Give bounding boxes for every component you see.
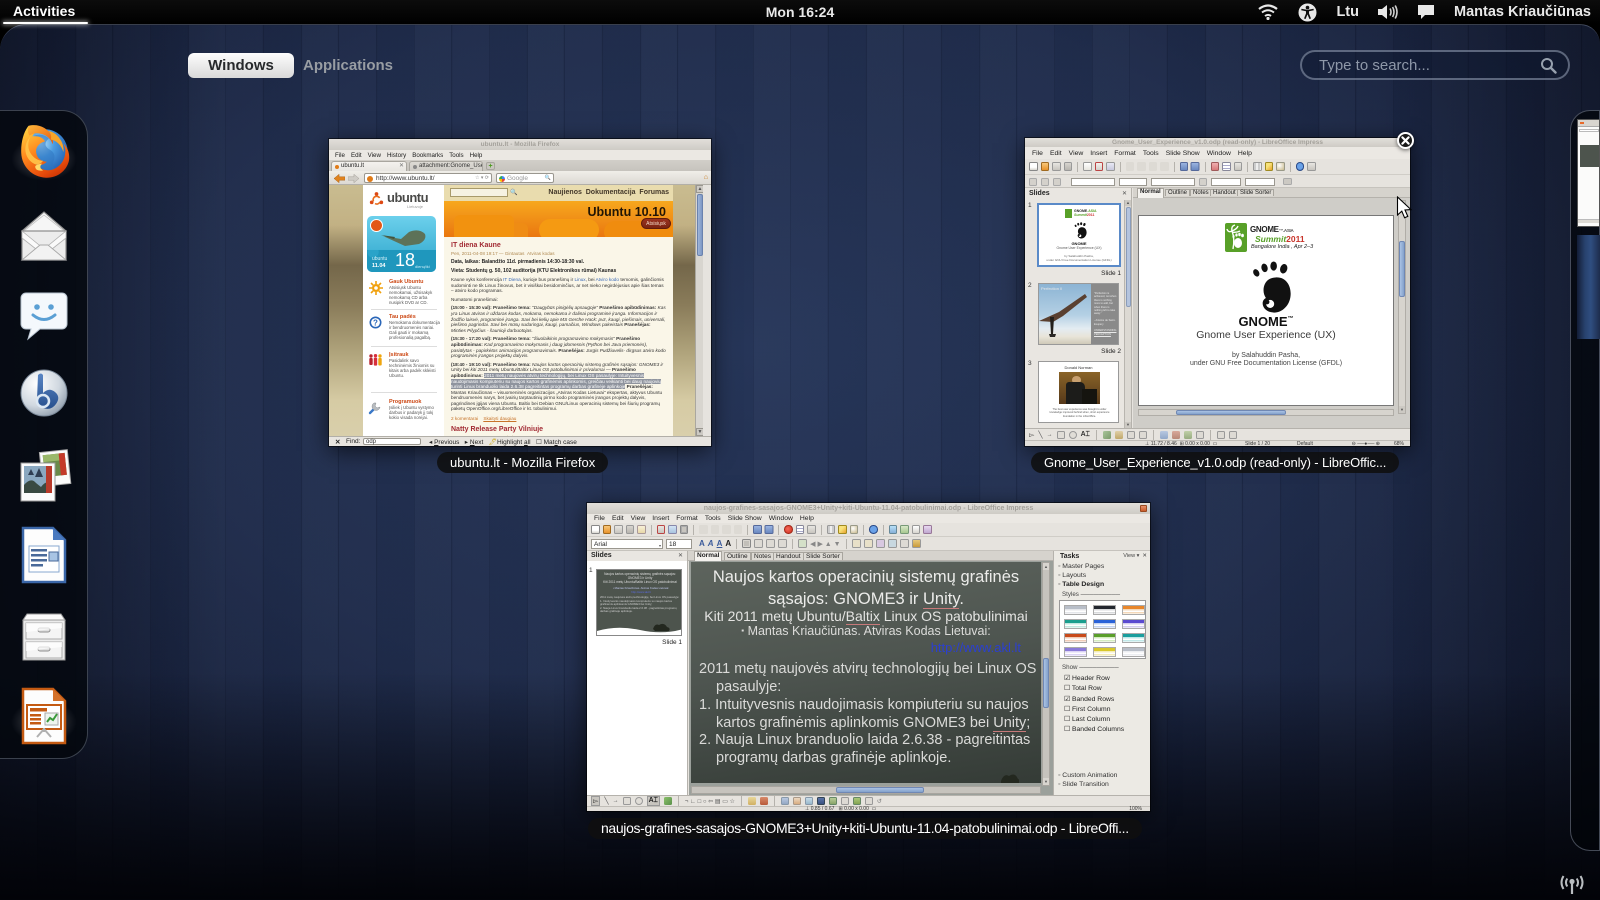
svg-text:?: ?	[373, 318, 378, 327]
